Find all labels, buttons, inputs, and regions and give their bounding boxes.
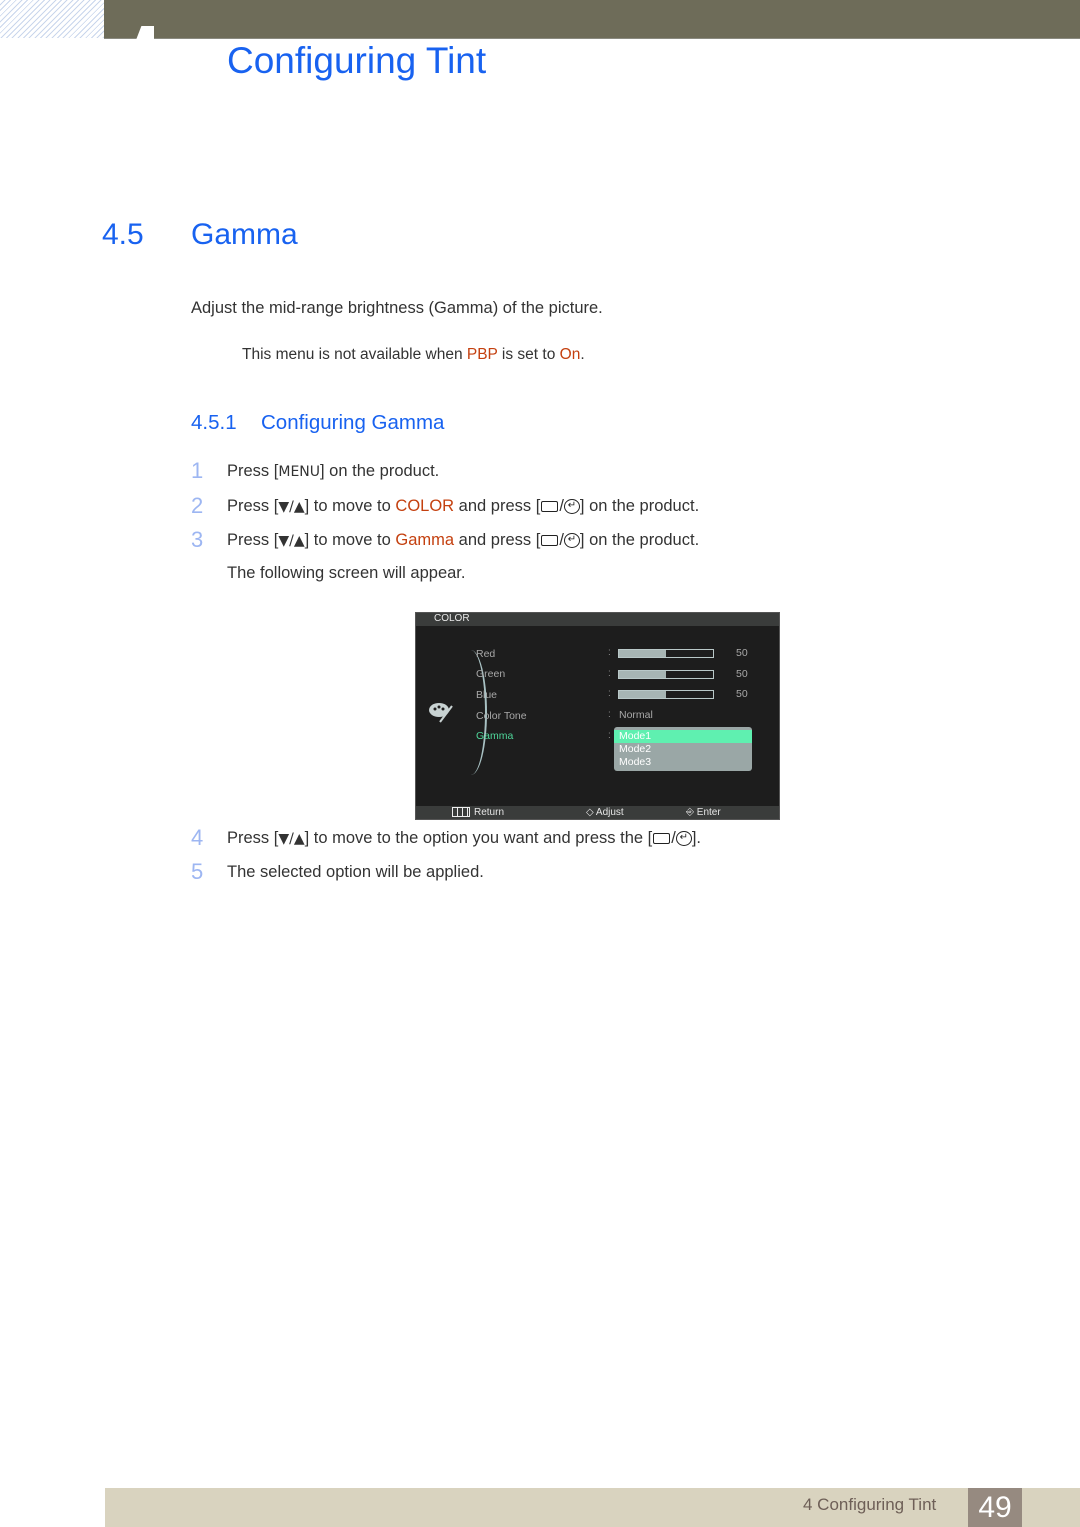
gamma-dropdown: Mode1 Mode2 Mode3: [614, 727, 752, 771]
osd-color-tone-value: Normal: [619, 709, 653, 721]
gamma-option-mode2: Mode2: [619, 743, 652, 755]
osd-colon: :: [608, 647, 611, 658]
step-text: Press [: [227, 829, 279, 847]
step-text: The following screen will appear.: [227, 564, 466, 582]
chapter-title: Configuring Tint: [227, 40, 487, 81]
source-button-icon: [653, 833, 671, 845]
note-highlight-on: On: [559, 346, 581, 363]
step-text: ].: [691, 829, 702, 847]
step-text: and press [: [454, 497, 541, 515]
source-button-icon: [541, 535, 559, 547]
step-number: 1: [191, 458, 204, 483]
step-text: Press [: [227, 462, 279, 480]
availability-note: This menu is not available when PBP is s…: [242, 346, 585, 364]
osd-colon: :: [608, 668, 611, 679]
osd-enter-label: Enter: [696, 807, 721, 818]
enter-icon: ↵: [563, 533, 580, 549]
section-number: 4.5: [102, 218, 144, 251]
up-down-arrows-icon: ▼/▲: [278, 533, 305, 549]
step-text: The selected option will be applied.: [227, 863, 484, 881]
osd-item-green: Green: [476, 668, 506, 680]
osd-return-label: Return: [474, 807, 505, 818]
enter-icon: ↵: [675, 831, 692, 847]
osd-red-value: 50: [736, 647, 748, 659]
osd-header: COLOR: [416, 613, 779, 626]
menu-key-label: MENU: [278, 464, 321, 480]
note-text: This menu is not available when: [242, 346, 467, 363]
note-text: is set to: [497, 346, 560, 363]
palette-icon: [429, 703, 453, 723]
gamma-option-mode3: Mode3: [619, 756, 652, 768]
osd-enter: ⎆ Enter: [686, 806, 721, 819]
footer-chapter-label: 4 Configuring Tint: [803, 1495, 937, 1514]
subsection-title: Configuring Gamma: [261, 411, 445, 434]
enter-box-icon: ⎆: [686, 807, 697, 818]
step-text: ] to move to: [304, 531, 396, 549]
up-down-arrows-icon: ▼/▲: [278, 831, 305, 847]
slider-fill: [619, 671, 666, 678]
enter-icon: ↵: [563, 499, 580, 515]
step-text: ] to move to: [304, 497, 396, 515]
osd-return: Return: [452, 806, 504, 819]
gamma-option-mode1: Mode1: [614, 730, 752, 743]
step-text: Press [: [227, 531, 279, 549]
osd-green-value: 50: [736, 668, 748, 680]
step-text: Press [: [227, 497, 279, 515]
osd-blue-slider: [618, 690, 714, 699]
step-text: and press [: [454, 531, 541, 549]
step-number: 5: [191, 859, 204, 884]
osd-adjust: ◇ Adjust: [586, 806, 624, 819]
osd-item-blue: Blue: [476, 689, 498, 701]
osd-footer: Return ◇ Adjust ⎆ Enter: [416, 806, 779, 819]
osd-item-gamma: Gamma: [476, 730, 514, 742]
section-title: Gamma: [191, 218, 298, 251]
osd-colon: :: [608, 709, 611, 720]
osd-green-slider: [618, 670, 714, 679]
osd-item-red: Red: [476, 648, 496, 660]
slider-fill: [619, 650, 666, 657]
osd-colon: :: [608, 688, 611, 699]
step-highlight-color: COLOR: [395, 497, 455, 515]
osd-red-slider: [618, 649, 714, 658]
slider-fill: [619, 691, 666, 698]
note-highlight-pbp: PBP: [466, 346, 498, 363]
step-number: 3: [191, 527, 204, 552]
osd-colon: :: [608, 730, 611, 741]
step-number: 2: [191, 493, 204, 518]
step-text: ] to move to the option you want and pre…: [304, 829, 653, 847]
source-button-icon: [541, 501, 559, 513]
step-text: ] on the product.: [579, 531, 700, 549]
header-bar: [104, 0, 1080, 39]
menu-grid-icon: [452, 807, 470, 818]
subsection-number: 4.5.1: [191, 411, 237, 434]
step-text: ] on the product.: [320, 462, 440, 480]
adjust-diamond-icon: ◇: [586, 807, 596, 818]
osd-adjust-label: Adjust: [595, 807, 624, 818]
header-hatch-pattern: [0, 0, 104, 38]
up-down-arrows-icon: ▼/▲: [278, 499, 305, 515]
step-text: ] on the product.: [579, 497, 700, 515]
step-number: 4: [191, 825, 204, 850]
osd-item-color-tone: Color Tone: [476, 710, 527, 722]
note-text: .: [580, 346, 585, 363]
step-highlight-gamma: Gamma: [395, 531, 455, 549]
page-number: 49: [968, 1488, 1022, 1527]
osd-blue-value: 50: [736, 688, 748, 700]
osd-title: COLOR: [434, 613, 470, 624]
section-intro: Adjust the mid-range brightness (Gamma) …: [191, 299, 603, 317]
